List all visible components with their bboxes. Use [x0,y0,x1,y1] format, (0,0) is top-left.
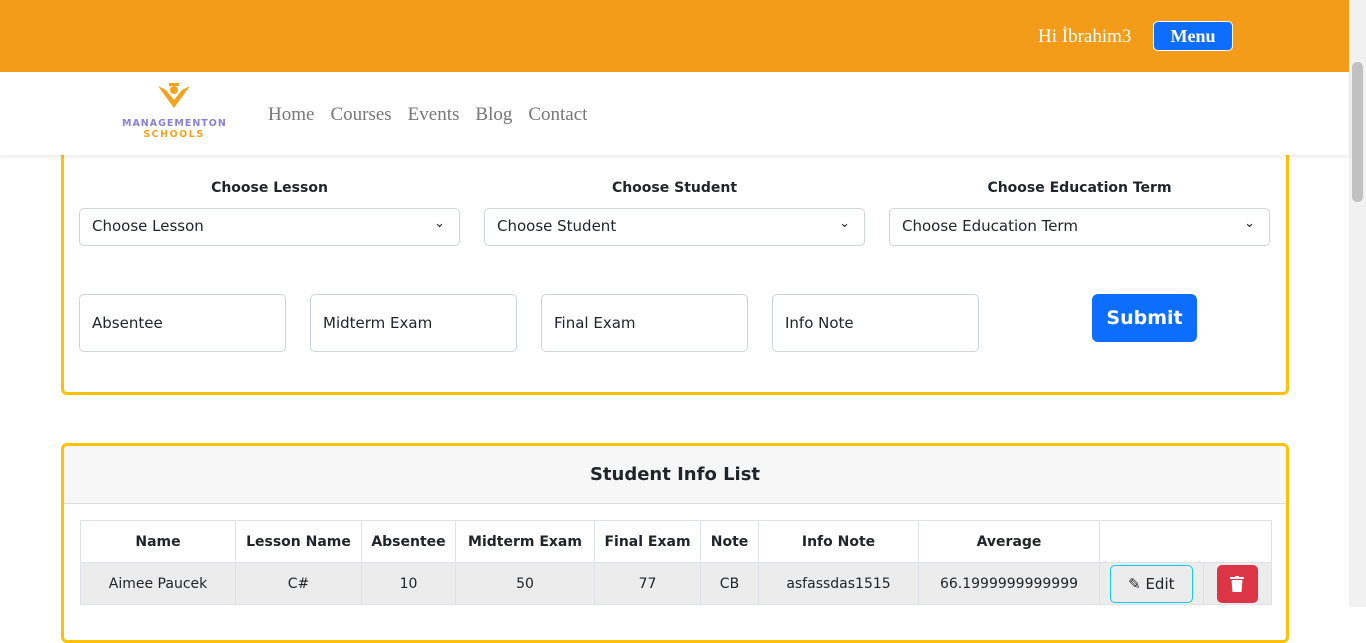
logo-text: MANAGEMENTON [122,118,227,129]
cell-absentee: 10 [361,562,456,605]
greeting: Hi İbrahim3 [1038,26,1132,47]
absentee-input[interactable]: Absentee [79,294,286,352]
student-label: Choose Student [611,180,738,196]
submit-button[interactable]: Submit [1092,294,1197,342]
logo-icon [158,83,190,108]
cell-lesson: C# [235,562,362,605]
cell-note: CB [700,562,759,605]
col-average: Average [918,520,1100,563]
scrollbar[interactable] [1349,0,1366,607]
menu-button[interactable]: Menu [1153,21,1233,51]
lesson-label: Choose Lesson [211,180,328,196]
term-select-value: Choose Education Term [902,217,1078,235]
nav-blog[interactable]: Blog [475,104,512,126]
nav-courses[interactable]: Courses [330,104,391,126]
student-table: Name Lesson Name Absentee Midterm Exam F… [80,520,1273,605]
logo[interactable]: MANAGEMENTON SCHOOLS [122,82,226,140]
lesson-select[interactable]: Choose Lesson ⌄ [79,208,460,246]
form-panel: Choose Lesson Choose Student Choose Educ… [61,120,1289,395]
nav-events[interactable]: Events [408,104,460,126]
col-name: Name [80,520,236,563]
scrollbar-thumb[interactable] [1352,62,1363,202]
logo-subtext: SCHOOLS [143,129,205,140]
info-note-input[interactable]: Info Note [772,294,979,352]
top-bar: Hi İbrahim3 Menu [0,0,1349,72]
cell-info-note: asfassdas1515 [758,562,919,605]
delete-button[interactable] [1216,564,1258,603]
final-input[interactable]: Final Exam [541,294,748,352]
col-absentee: Absentee [361,520,456,563]
lesson-select-value: Choose Lesson [92,217,204,235]
pencil-icon: ✎ [1128,574,1141,593]
term-label: Choose Education Term [987,180,1172,196]
nav-contact[interactable]: Contact [528,104,587,126]
student-select[interactable]: Choose Student ⌄ [484,208,865,246]
edit-button[interactable]: ✎ Edit [1109,564,1193,603]
midterm-input[interactable]: Midterm Exam [310,294,517,352]
nav-home[interactable]: Home [268,104,314,126]
student-info-panel: Student Info List Name Lesson Name Absen… [61,443,1289,643]
trash-icon [1230,575,1245,592]
table-row: Aimee Paucek C# 10 50 77 CB asfassdas151… [80,562,1273,605]
navbar: MANAGEMENTON SCHOOLS Home Courses Events… [0,72,1349,155]
cell-final: 77 [594,562,701,605]
col-actions [1099,520,1272,563]
col-note: Note [700,520,759,563]
col-info-note: Info Note [758,520,919,563]
list-title: Student Info List [64,446,1286,504]
chevron-down-icon: ⌄ [1244,216,1255,231]
term-select[interactable]: Choose Education Term ⌄ [889,208,1270,246]
cell-midterm: 50 [455,562,595,605]
cell-name: Aimee Paucek [80,562,236,605]
student-select-value: Choose Student [497,217,617,235]
col-midterm: Midterm Exam [455,520,595,563]
col-final: Final Exam [594,520,701,563]
chevron-down-icon: ⌄ [839,216,850,231]
chevron-down-icon: ⌄ [434,216,445,231]
col-lesson: Lesson Name [235,520,362,563]
cell-average: 66.1999999999999 [918,562,1100,605]
edit-label: Edit [1145,574,1175,593]
